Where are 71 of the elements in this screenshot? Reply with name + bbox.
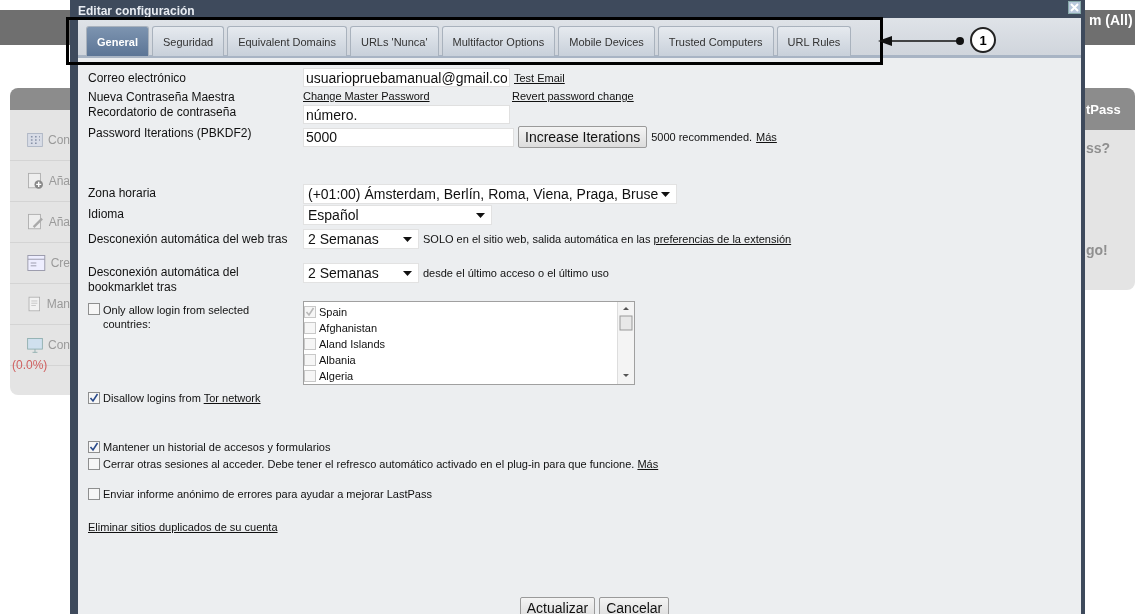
field-label: Desconexión automática del web tras — [88, 232, 289, 247]
extension-preferences-link[interactable]: preferencias de la extensión — [653, 233, 792, 245]
field-label: Desconexión automática del bookmarklet tras — [88, 265, 240, 295]
web-logout-note: SOLO en el sitio web, salida automática en las preferencias de la extensión — [423, 233, 792, 245]
checkbox-label: Enviar informe anónimo de errores para ayudar a mejorar LastPass — [103, 487, 432, 501]
field-label: Nueva Contraseña Maestra — [88, 90, 236, 105]
form-icon — [26, 252, 47, 274]
caret-icon — [403, 236, 412, 242]
panel-title: tPass — [1086, 101, 1121, 117]
tor-network-link[interactable]: Tor network — [203, 392, 261, 404]
checkbox[interactable] — [88, 458, 100, 470]
timezone-dropdown[interactable]: (+01:00) Ámsterdam, Berlín, Roma, Viena, Praga, Bruse — [303, 184, 677, 204]
recommendation-text: 5000 recommended. — [651, 131, 753, 143]
checkbox[interactable] — [88, 392, 100, 404]
bookmarklet-logout-dropdown[interactable]: 2 Semanas — [303, 263, 419, 283]
close-button[interactable] — [1068, 1, 1081, 14]
checkbox-label: Only allow login from selected countries: — [103, 303, 251, 331]
reminder-field[interactable]: número. — [303, 105, 510, 124]
language-dropdown[interactable]: Español — [303, 205, 492, 225]
test-email-link[interactable]: Test Email — [514, 71, 565, 84]
country-name[interactable]: Algeria — [319, 369, 354, 383]
header-text: m (All) — [1089, 12, 1133, 28]
field-label: Idioma — [88, 207, 126, 222]
caret-icon — [476, 212, 485, 218]
field-label: Recordatorio de contraseña — [88, 105, 238, 120]
tab[interactable]: URLs 'Nunca' — [349, 26, 439, 56]
percent-text: (0.0%) — [12, 358, 49, 372]
tab[interactable]: General — [86, 26, 149, 56]
close-icon — [1070, 3, 1079, 12]
dialog-button[interactable]: Actualizar — [519, 597, 596, 614]
country-name[interactable]: Aland Islands — [319, 337, 386, 351]
bookmarklet-logout-note: desde el último acceso o el último uso — [423, 267, 609, 279]
iterations-field[interactable]: 5000 — [303, 127, 514, 147]
tab[interactable]: Seguridad — [151, 26, 225, 56]
header-bar — [0, 10, 70, 45]
more-link[interactable]: Más — [637, 458, 659, 470]
dialog-button[interactable]: Cancelar — [599, 597, 670, 614]
checkbox-label: Cerrar otras sesiones al acceder. Debe tener el refresco automático activado en el plug-in para que funcione. Más — [103, 457, 659, 471]
tab[interactable]: URL Rules — [776, 26, 852, 56]
caret-icon — [661, 191, 670, 197]
scrollbar[interactable] — [617, 302, 634, 384]
add-document-icon — [26, 170, 45, 192]
country-list[interactable]: Spain Afghanistan Aland Islands Albania Algeria — [303, 301, 635, 385]
country-name[interactable]: Spain — [319, 305, 348, 319]
country-name[interactable]: Afghanistan — [319, 321, 378, 335]
tab[interactable]: Trusted Computers — [657, 26, 774, 56]
checkbox[interactable] — [88, 441, 100, 453]
checkbox-label: Disallow logins from Tor network — [103, 391, 261, 405]
checkbox[interactable] — [88, 488, 100, 500]
change-password-link[interactable]: Change Master Password — [303, 90, 508, 102]
caret-icon — [403, 270, 412, 276]
field-label: Correo electrónico — [88, 71, 188, 86]
revert-password-link[interactable]: Revert password change — [512, 90, 634, 102]
panel-text: ss? — [1086, 140, 1112, 156]
increase-iterations-button[interactable]: Increase Iterations — [518, 126, 648, 148]
checkbox[interactable] — [304, 306, 316, 318]
more-link[interactable]: Más — [756, 131, 777, 143]
field-label: Password Iterations (PBKDF2) — [88, 126, 253, 141]
tab[interactable]: Equivalent Domains — [227, 26, 347, 56]
country-name[interactable]: Albania — [319, 353, 356, 367]
panel-text: go! — [1086, 242, 1109, 258]
field-label: Zona horaria — [88, 186, 158, 201]
web-logout-dropdown[interactable]: 2 Semanas — [303, 229, 419, 249]
panel-header — [10, 88, 70, 110]
checkbox[interactable] — [88, 303, 100, 315]
checkbox-label: Mantener un historial de accesos y formularios — [103, 440, 331, 454]
email-field[interactable]: usuariopruebamanual@gmail.co — [303, 68, 510, 87]
remove-duplicates-link[interactable]: Eliminar sitios duplicados de su cuenta — [88, 521, 278, 533]
tab[interactable]: Mobile Devices — [558, 26, 655, 56]
tab[interactable]: Multifactor Options — [441, 26, 556, 56]
window-title: Editar configuración — [78, 5, 195, 18]
